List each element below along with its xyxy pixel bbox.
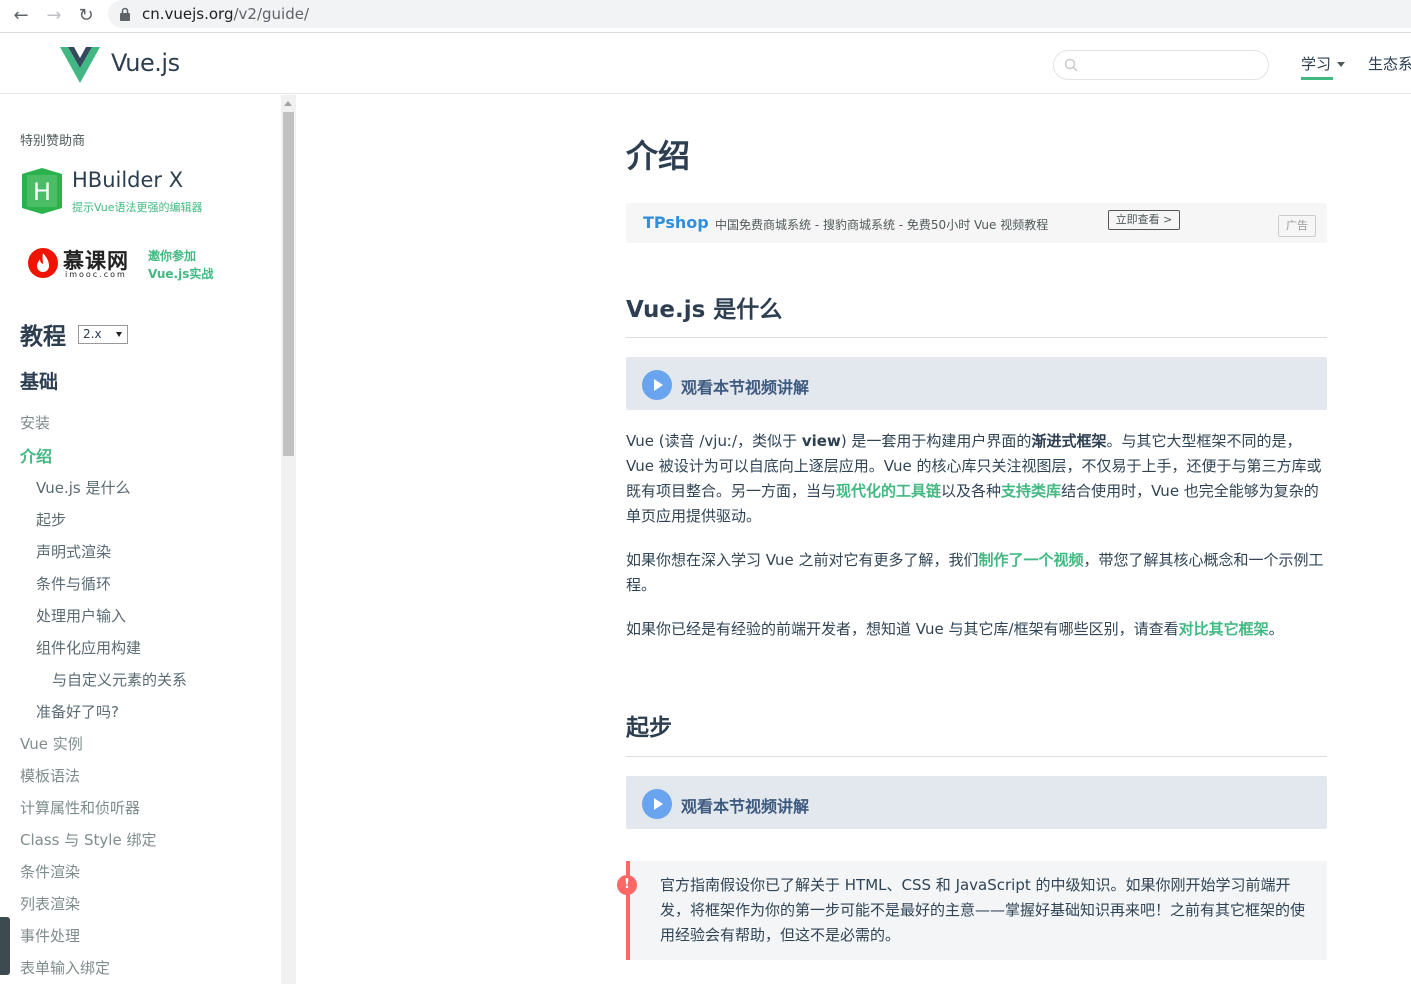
main-content: 介绍 TPshop 中国免费商城系统 - 搜豹商城系统 - 免费50小时 Vue… <box>296 95 1411 984</box>
sidebar-item-install[interactable]: 安装 <box>20 412 50 433</box>
intro-paragraph-3: 如果你已经是有经验的前端开发者，想知道 Vue 与其它库/框架有哪些区别，请查看… <box>626 617 1327 642</box>
sidebar: 特别赞助商 H HBuilder X 提示Vue语法更强的编辑器 慕课网 imo… <box>0 95 296 984</box>
ad-text[interactable]: 中国免费商城系统 - 搜豹商城系统 - 免费50小时 Vue 视频教程 <box>715 216 1048 233</box>
sidebar-item-instance[interactable]: Vue 实例 <box>20 733 83 754</box>
ad-banner[interactable]: TPshop 中国免费商城系统 - 搜豹商城系统 - 免费50小时 Vue 视频… <box>626 203 1327 243</box>
tip-text: 官方指南假设你已了解关于 HTML、CSS 和 JavaScript 的中级知识… <box>660 876 1306 944</box>
back-arrow-icon[interactable]: ← <box>10 5 32 27</box>
nav-learn-dropdown[interactable]: 学习 <box>1301 53 1346 80</box>
sidebar-item-conditionals-loops[interactable]: 条件与循环 <box>36 573 111 594</box>
section-getting-started-title: 起步 <box>626 715 672 741</box>
section-basics-title: 基础 <box>20 371 59 393</box>
side-tool-tab[interactable] <box>0 917 10 975</box>
sidebar-item-what-is-vue[interactable]: Vue.js 是什么 <box>36 477 131 498</box>
sidebar-item-custom-elements[interactable]: 与自定义元素的关系 <box>52 669 187 690</box>
video-explain-label: 观看本节视频讲解 <box>681 378 810 397</box>
section-what-is-vue-title: Vue.js 是什么 <box>626 297 783 323</box>
p3-text-a: 如果你已经是有经验的前端开发者，想知道 Vue 与其它库/框架有哪些区别，请查看 <box>626 620 1179 638</box>
search-icon <box>1064 58 1078 72</box>
sidebar-item-class-style[interactable]: Class 与 Style 绑定 <box>20 829 156 850</box>
play-icon <box>642 370 672 400</box>
section-divider-2 <box>626 756 1327 757</box>
browser-toolbar: ← → ↻ cn.vuejs.org/v2/guide/ <box>0 0 1411 33</box>
sponsor-label: 特别赞助商 <box>20 134 86 149</box>
page-title: 介绍 <box>626 137 691 175</box>
video-explain-label-2: 观看本节视频讲解 <box>681 797 810 816</box>
nav-active-underline <box>1301 77 1333 80</box>
search-input[interactable] <box>1053 50 1269 80</box>
version-select[interactable]: 2.x <box>78 325 128 344</box>
version-value: 2.x <box>83 327 102 341</box>
sidebar-item-template-syntax[interactable]: 模板语法 <box>20 765 80 786</box>
video-explain-button-2[interactable]: 观看本节视频讲解 <box>626 776 1327 829</box>
vue-logo-icon[interactable] <box>60 47 100 83</box>
nav-learn-label: 学习 <box>1301 55 1332 73</box>
ad-tag: 广告 <box>1278 215 1316 237</box>
scrollbar-thumb[interactable] <box>283 112 294 456</box>
p1-text-a: Vue (读音 /vjuː/，类似于 <box>626 432 802 450</box>
p1-text-b: ) 是一套用于构建用户界面的 <box>840 432 1032 450</box>
site-header: Vue.js 学习 生态系 <box>0 33 1411 94</box>
scroll-up-arrow-icon[interactable] <box>284 101 292 106</box>
ad-brand[interactable]: TPshop <box>643 213 709 232</box>
sidebar-item-getting-started[interactable]: 起步 <box>36 509 66 530</box>
p1-progressive: 渐进式框架 <box>1031 432 1107 450</box>
link-comparison[interactable]: 对比其它框架 <box>1179 620 1269 638</box>
sidebar-item-conditional-rendering[interactable]: 条件渲染 <box>20 861 80 882</box>
sidebar-item-computed[interactable]: 计算属性和侦听器 <box>20 797 140 818</box>
p3-text-b: 。 <box>1268 620 1284 638</box>
sidebar-item-form-binding[interactable]: 表单输入绑定 <box>20 957 110 978</box>
dropdown-arrow-icon <box>116 332 122 337</box>
intro-paragraph-2: 如果你想在深入学习 Vue 之前对它有更多了解，我们制作了一个视频，带您了解其核… <box>626 548 1327 598</box>
imooc-promo-line2[interactable]: Vue.js实战 <box>148 265 213 282</box>
p2-text-a: 如果你想在深入学习 Vue 之前对它有更多了解，我们 <box>626 551 979 569</box>
lock-icon <box>120 7 130 21</box>
forward-arrow-icon[interactable]: → <box>43 5 65 27</box>
svg-text:H: H <box>33 178 51 206</box>
link-made-video[interactable]: 制作了一个视频 <box>979 551 1084 569</box>
sidebar-item-list-rendering[interactable]: 列表渲染 <box>20 893 80 914</box>
caret-down-icon <box>1337 62 1346 67</box>
sidebar-item-declarative-rendering[interactable]: 声明式渲染 <box>36 541 111 562</box>
intro-paragraph-1: Vue (读音 /vjuː/，类似于 view) 是一套用于构建用户界面的渐进式… <box>626 429 1327 529</box>
p1-text-d: 以及各种 <box>941 482 1002 500</box>
link-modern-toolchain[interactable]: 现代化的工具链 <box>836 482 941 500</box>
imooc-promo-line1[interactable]: 邀你参加 <box>148 247 196 264</box>
section-divider <box>626 337 1327 338</box>
hbuilder-title[interactable]: HBuilder X <box>72 168 183 192</box>
logo-text[interactable]: Vue.js <box>111 49 180 77</box>
sidebar-item-components[interactable]: 组件化应用构建 <box>36 637 141 658</box>
link-supporting-libraries[interactable]: 支持类库 <box>1001 482 1061 500</box>
ad-view-button[interactable]: 立即查看 > <box>1108 210 1180 230</box>
hbuilder-subtitle[interactable]: 提示Vue语法更强的编辑器 <box>72 199 203 215</box>
video-explain-button[interactable]: 观看本节视频讲解 <box>626 357 1327 410</box>
nav-ecosystem[interactable]: 生态系 <box>1368 53 1411 74</box>
sidebar-item-intro[interactable]: 介绍 <box>20 443 52 467</box>
play-icon <box>642 789 672 819</box>
imooc-logo-icon[interactable] <box>27 247 59 279</box>
warning-icon: ! <box>617 875 637 895</box>
imooc-domain: imooc.com <box>65 270 127 279</box>
sidebar-item-user-input[interactable]: 处理用户输入 <box>36 605 126 626</box>
sidebar-item-ready[interactable]: 准备好了吗? <box>36 701 119 722</box>
tip-box: ! 官方指南假设你已了解关于 HTML、CSS 和 JavaScript 的中级… <box>617 861 1327 960</box>
reload-icon[interactable]: ↻ <box>75 5 97 27</box>
url-text[interactable]: cn.vuejs.org/v2/guide/ <box>142 5 309 23</box>
url-host: cn.vuejs.org <box>142 5 234 23</box>
sidebar-item-event-handling[interactable]: 事件处理 <box>20 925 80 946</box>
tutorial-title: 教程 <box>20 324 66 350</box>
hbuilder-logo-icon[interactable]: H <box>22 168 62 214</box>
url-path: /v2/guide/ <box>233 5 310 23</box>
p1-view: view <box>801 432 841 450</box>
